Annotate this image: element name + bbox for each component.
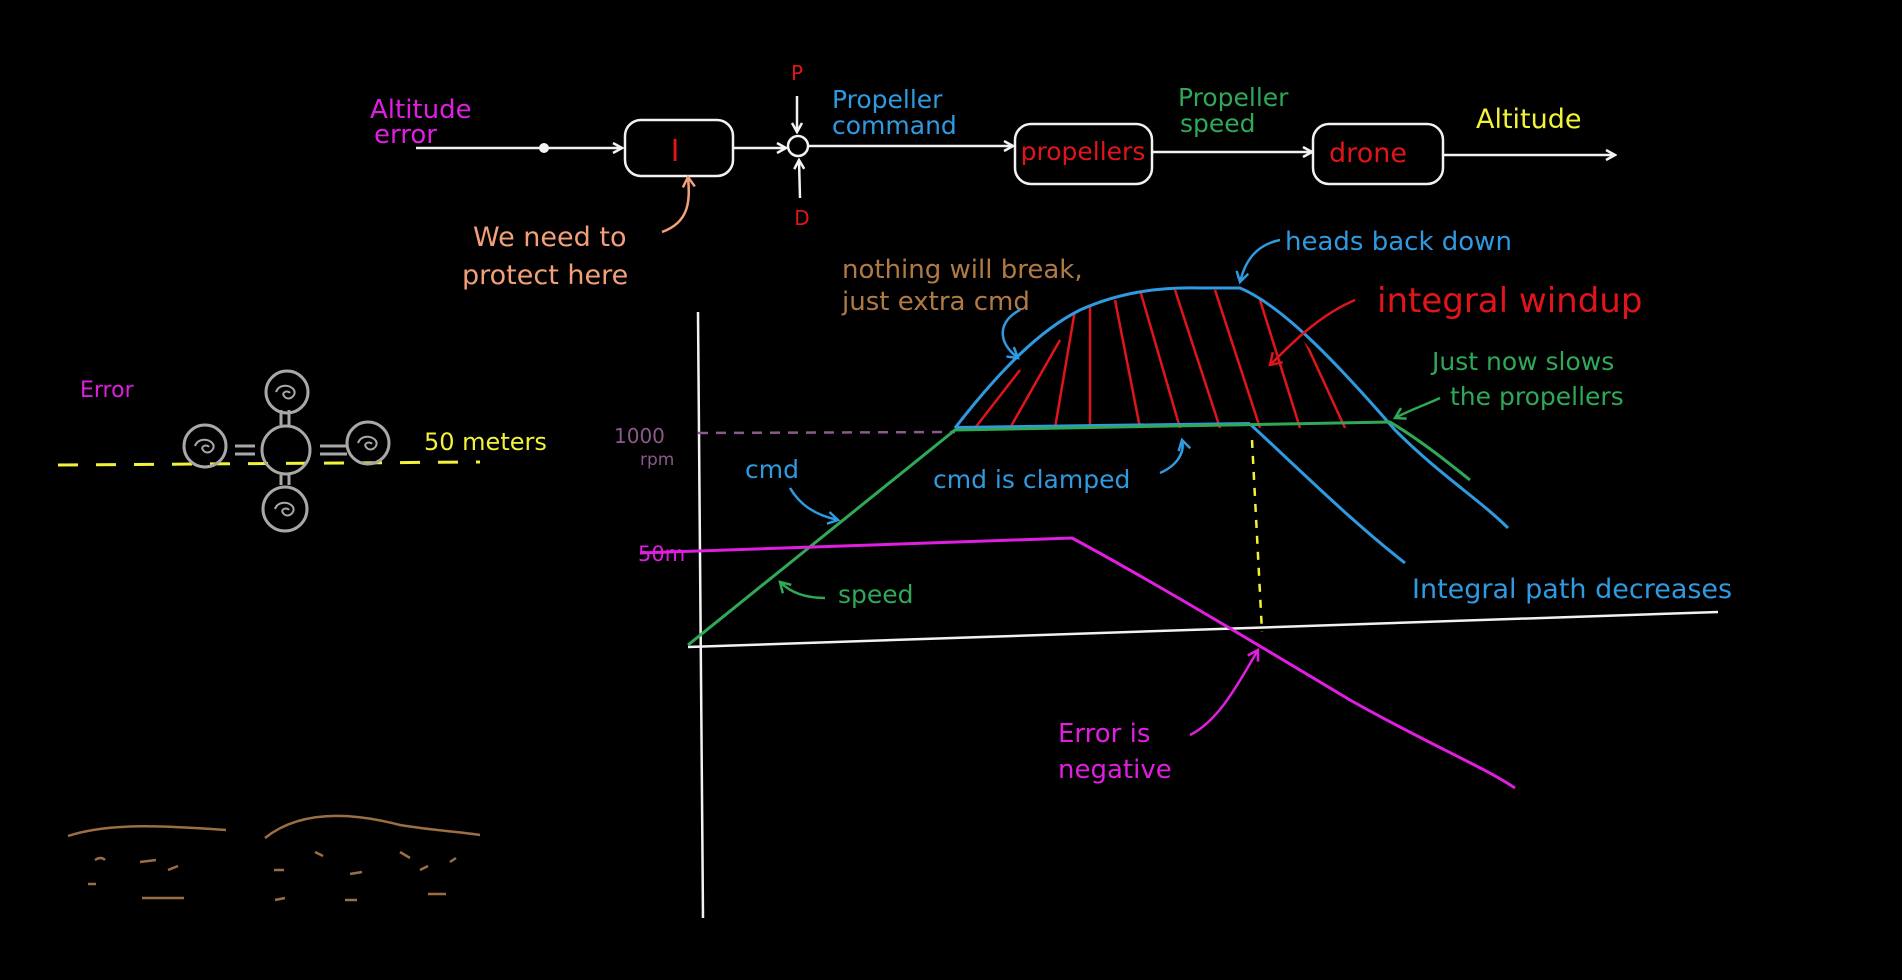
nothing-break-arrow [1001,308,1021,358]
scene-error-label: Error [80,378,135,403]
d-term-arrow [799,160,800,199]
error-negative-arrow [1189,650,1258,737]
target-altitude-dashed-line [57,460,481,467]
p-term-label: P [791,61,803,85]
protect-note-arrow [661,177,689,234]
ground-sketch [67,814,481,902]
nothing-break-note-line2: just extra cmd [841,287,1030,317]
propeller-command-label-line1: Propeller [832,85,943,114]
d-term-label: D [794,206,809,230]
integral-decreases-note: Integral path decreases [1412,574,1732,605]
protect-note-line1: We need to [473,222,626,253]
drone-scene: Error 50 meters [57,369,547,902]
integrator-label: I [671,134,680,169]
speed-label: speed [838,580,914,609]
clamped-arrow [1159,440,1183,475]
protect-note-line2: protect here [462,260,628,291]
error-negative-note-line2: negative [1058,755,1172,785]
rpm-limit-dashed-line [697,430,956,435]
propeller-speed-label-line1: Propeller [1178,83,1289,112]
altitude-error-label-line2: error [374,120,437,150]
summing-junction [786,134,810,158]
error-negative-note-line1: Error is [1058,719,1150,749]
slows-propellers-note-line2: the propellers [1450,382,1624,411]
command-decrease-curve [1248,422,1406,565]
propeller-command-label-line2: command [832,111,957,140]
propeller-speed-curve [687,420,1471,647]
rpm-tick-label-line1: 1000 [614,424,665,448]
speed-arrow [780,582,826,600]
windup-hatching [974,289,1347,428]
altitude-error-curve [639,536,1516,790]
drone-icon [182,369,391,533]
slows-propellers-note-line1: Just now slows [1430,347,1614,376]
plot-x-axis [687,610,1719,649]
clamped-note: cmd is clamped [933,465,1130,494]
slows-propellers-arrow [1395,396,1441,418]
heads-back-down-note: heads back down [1285,227,1512,257]
altitude-output-label: Altitude [1476,104,1582,135]
target-altitude-label: 50 meters [424,428,547,456]
branch-point [539,143,549,153]
integral-windup-label: integral windup [1377,281,1642,321]
cmd-label: cmd [745,455,799,484]
zero-crossing-marker [1250,439,1264,633]
drone-block-label: drone [1329,138,1407,169]
nothing-break-note-line1: nothing will break, [842,255,1083,285]
cmd-arrow [788,487,838,520]
rpm-tick-label-line2: rpm [640,450,674,470]
propellers-block-label: propellers [1021,137,1146,166]
heads-back-down-arrow [1240,238,1281,282]
integral-windup-diagram: Altitude error I P D Propeller command p… [57,61,1732,919]
plot-y-axis [696,311,705,919]
time-plot: 1000 rpm 50m nothing will break, just ex… [614,227,1732,919]
propeller-speed-label-line2: speed [1180,109,1256,138]
